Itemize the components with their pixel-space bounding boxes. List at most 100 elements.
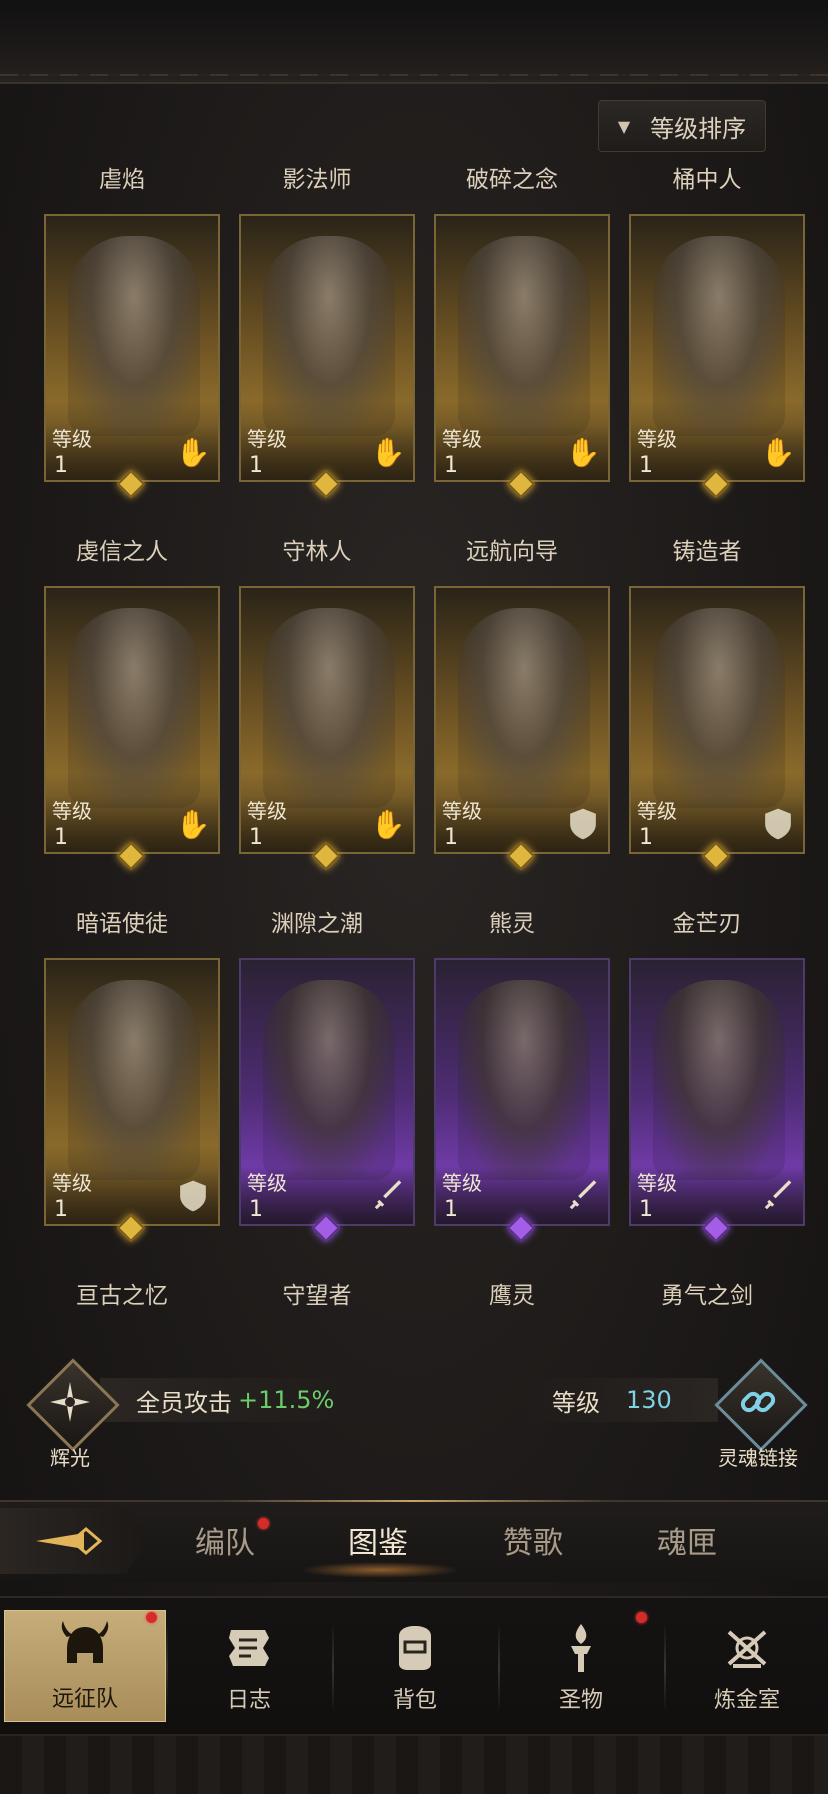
hero-portrait bbox=[458, 236, 590, 436]
level-label: 等级 bbox=[637, 427, 677, 451]
radiance-icon bbox=[48, 1380, 92, 1424]
level-value: 1 bbox=[639, 825, 653, 850]
sort-button-label: 等级排序 bbox=[650, 114, 747, 143]
nav-journal[interactable]: 日志 bbox=[168, 1610, 330, 1722]
level-label: 等级 bbox=[247, 1171, 287, 1195]
hand-icon: ✋ bbox=[565, 435, 601, 469]
collapse-button[interactable] bbox=[0, 1508, 148, 1574]
hero-portrait bbox=[68, 236, 200, 436]
tab-hymn[interactable]: 赞歌 bbox=[503, 1518, 563, 1562]
nav-label: 炼金室 bbox=[713, 1688, 780, 1713]
hand-icon: ✋ bbox=[370, 435, 406, 469]
level-value: 1 bbox=[639, 453, 653, 478]
team-attack-bonus: 全员攻击 +11.5% bbox=[100, 1378, 360, 1422]
alchemy-icon bbox=[727, 1630, 767, 1668]
shield-icon bbox=[566, 806, 600, 842]
level-label: 等级 bbox=[442, 1171, 482, 1195]
hero-name: 守林人 bbox=[282, 539, 352, 565]
hero-portrait bbox=[653, 236, 785, 436]
hero-portrait bbox=[68, 980, 200, 1180]
nav-expedition[interactable]: 远征队 bbox=[4, 1610, 166, 1722]
hero-name: 鹰灵 bbox=[489, 1283, 535, 1309]
level-label: 等级 bbox=[637, 799, 677, 823]
hero-name: 远航向导 bbox=[466, 539, 558, 565]
level-value: 130 bbox=[626, 1386, 672, 1414]
soul-link-level: 等级 130 bbox=[518, 1378, 718, 1422]
scroll-icon bbox=[229, 1630, 269, 1666]
level-label: 等级 bbox=[247, 427, 287, 451]
nav-label: 背包 bbox=[392, 1688, 437, 1713]
sub-tab-bar: 编队 图鉴 赞歌 魂匣 bbox=[0, 1500, 828, 1582]
radiance-button[interactable]: 辉光 bbox=[24, 1356, 120, 1470]
sort-button[interactable]: ▼ 等级排序 bbox=[598, 100, 766, 152]
hero-name: 影法师 bbox=[282, 167, 352, 193]
sword-icon bbox=[566, 1178, 600, 1214]
hero-portrait-frame[interactable]: 等级 1 bbox=[434, 586, 610, 854]
hero-portrait-frame[interactable]: 等级 1 bbox=[629, 586, 805, 854]
notification-badge bbox=[636, 1612, 647, 1623]
hero-name: 亘古之忆 bbox=[76, 1283, 168, 1309]
hero-name: 暗语使徒 bbox=[76, 911, 168, 937]
hero-portrait-frame[interactable]: 等级 1 bbox=[239, 958, 415, 1226]
level-label: 等级 bbox=[442, 427, 482, 451]
sword-icon bbox=[761, 1178, 795, 1214]
hero-name: 金芒刃 bbox=[672, 911, 742, 937]
level-label: 等级 bbox=[637, 1171, 677, 1195]
hand-icon: ✋ bbox=[175, 435, 211, 469]
hero-portrait-frame[interactable]: 等级 1 bbox=[434, 958, 610, 1226]
hand-icon: ✋ bbox=[760, 435, 796, 469]
hero-portrait-frame[interactable]: 等级 1 ✋ bbox=[239, 214, 415, 482]
bonus-label: 全员攻击 bbox=[136, 1388, 232, 1417]
hero-portrait-frame[interactable]: 等级 1 bbox=[629, 958, 805, 1226]
tab-formation[interactable]: 编队 bbox=[195, 1518, 255, 1562]
level-value: 1 bbox=[54, 453, 68, 478]
level-label: 等级 bbox=[52, 799, 92, 823]
hand-icon: ✋ bbox=[370, 807, 406, 841]
hero-name: 桶中人 bbox=[672, 167, 742, 193]
soul-link-button[interactable]: 灵魂链接 bbox=[712, 1356, 808, 1470]
tab-soul-box[interactable]: 魂匣 bbox=[657, 1518, 717, 1562]
level-label: 等级 bbox=[52, 427, 92, 451]
hero-name: 铸造者 bbox=[672, 539, 742, 565]
hero-portrait-frame[interactable]: 等级 1 ✋ bbox=[44, 214, 220, 482]
notification-badge bbox=[146, 1612, 157, 1623]
level-value: 1 bbox=[444, 1197, 458, 1222]
hero-portrait-frame[interactable]: 等级 1 ✋ bbox=[629, 214, 805, 482]
radiance-label: 辉光 bbox=[50, 1446, 90, 1470]
soul-link-label: 灵魂链接 bbox=[718, 1446, 798, 1470]
hero-portrait bbox=[458, 980, 590, 1180]
hero-portrait bbox=[458, 608, 590, 808]
top-frame bbox=[0, 0, 828, 84]
hand-icon: ✋ bbox=[175, 807, 211, 841]
level-value: 1 bbox=[249, 453, 263, 478]
hero-portrait-frame[interactable]: 等级 1 ✋ bbox=[239, 586, 415, 854]
active-tab-glow bbox=[300, 1562, 460, 1578]
nav-alchemy[interactable]: 炼金室 bbox=[666, 1610, 828, 1722]
nav-backpack[interactable]: 背包 bbox=[334, 1610, 496, 1722]
hero-name: 虐焰 bbox=[99, 167, 145, 193]
hero-portrait bbox=[263, 236, 395, 436]
level-label: 等级 bbox=[52, 1171, 92, 1195]
bottom-nav: 远征队 日志 背包 圣物 炼金室 bbox=[0, 1596, 828, 1794]
nav-relics[interactable]: 圣物 bbox=[500, 1610, 662, 1722]
hero-portrait-frame[interactable]: 等级 1 ✋ bbox=[434, 214, 610, 482]
nav-label: 日志 bbox=[226, 1688, 271, 1713]
hero-name: 虔信之人 bbox=[76, 539, 168, 565]
hero-name: 勇气之剑 bbox=[661, 1283, 753, 1309]
hero-portrait-frame[interactable]: 等级 1 bbox=[44, 958, 220, 1226]
hero-portrait bbox=[263, 608, 395, 808]
divider bbox=[220, 1500, 608, 1502]
level-label: 等级 bbox=[247, 799, 287, 823]
hero-portrait-frame[interactable]: 等级 1 ✋ bbox=[44, 586, 220, 854]
level-value: 1 bbox=[639, 1197, 653, 1222]
hero-portrait bbox=[263, 980, 395, 1180]
torch-icon bbox=[571, 1624, 591, 1672]
level-value: 1 bbox=[249, 825, 263, 850]
shield-icon bbox=[761, 806, 795, 842]
hero-portrait bbox=[653, 608, 785, 808]
tab-codex[interactable]: 图鉴 bbox=[348, 1518, 408, 1562]
shield-icon bbox=[176, 1178, 210, 1214]
hero-name: 渊隙之潮 bbox=[271, 911, 363, 937]
nav-label: 远征队 bbox=[51, 1687, 118, 1712]
hero-name: 熊灵 bbox=[489, 911, 535, 937]
